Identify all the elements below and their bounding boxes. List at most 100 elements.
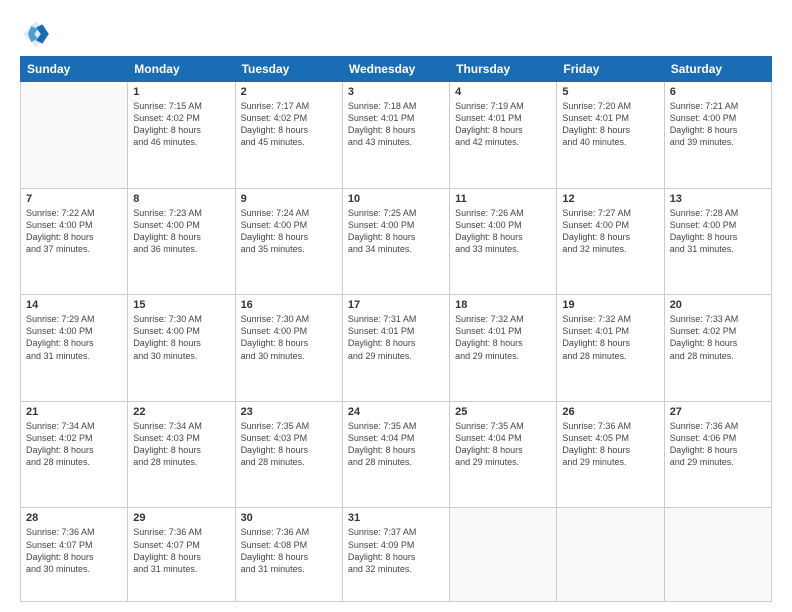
day-info: Sunrise: 7:35 AM Sunset: 4:04 PM Dayligh… — [348, 420, 444, 469]
calendar-cell: 30 Sunrise: 7:36 AM Sunset: 4:08 PM Dayli… — [235, 508, 342, 602]
day-info: Sunrise: 7:37 AM Sunset: 4:09 PM Dayligh… — [348, 526, 444, 575]
calendar-cell: 1 Sunrise: 7:15 AM Sunset: 4:02 PM Daylig… — [128, 82, 235, 189]
weekday-header-wednesday: Wednesday — [342, 57, 449, 82]
page: SundayMondayTuesdayWednesdayThursdayFrid… — [0, 0, 792, 612]
day-number: 9 — [241, 193, 337, 205]
day-info: Sunrise: 7:33 AM Sunset: 4:02 PM Dayligh… — [670, 313, 766, 362]
day-info: Sunrise: 7:20 AM Sunset: 4:01 PM Dayligh… — [562, 100, 658, 149]
day-number: 24 — [348, 406, 444, 418]
calendar-cell: 7 Sunrise: 7:22 AM Sunset: 4:00 PM Daylig… — [21, 188, 128, 295]
day-info: Sunrise: 7:35 AM Sunset: 4:03 PM Dayligh… — [241, 420, 337, 469]
day-number: 22 — [133, 406, 229, 418]
day-info: Sunrise: 7:15 AM Sunset: 4:02 PM Dayligh… — [133, 100, 229, 149]
day-number: 4 — [455, 86, 551, 98]
calendar-cell: 9 Sunrise: 7:24 AM Sunset: 4:00 PM Daylig… — [235, 188, 342, 295]
day-number: 15 — [133, 299, 229, 311]
calendar-cell: 25 Sunrise: 7:35 AM Sunset: 4:04 PM Dayli… — [450, 401, 557, 508]
day-number: 7 — [26, 193, 122, 205]
calendar-cell: 23 Sunrise: 7:35 AM Sunset: 4:03 PM Dayli… — [235, 401, 342, 508]
calendar-cell: 15 Sunrise: 7:30 AM Sunset: 4:00 PM Dayli… — [128, 295, 235, 402]
day-number: 16 — [241, 299, 337, 311]
day-info: Sunrise: 7:21 AM Sunset: 4:00 PM Dayligh… — [670, 100, 766, 149]
weekday-header-monday: Monday — [128, 57, 235, 82]
calendar-cell: 10 Sunrise: 7:25 AM Sunset: 4:00 PM Dayli… — [342, 188, 449, 295]
day-number: 18 — [455, 299, 551, 311]
day-number: 25 — [455, 406, 551, 418]
day-info: Sunrise: 7:23 AM Sunset: 4:00 PM Dayligh… — [133, 207, 229, 256]
day-number: 6 — [670, 86, 766, 98]
calendar-cell: 8 Sunrise: 7:23 AM Sunset: 4:00 PM Daylig… — [128, 188, 235, 295]
calendar-cell: 17 Sunrise: 7:31 AM Sunset: 4:01 PM Dayli… — [342, 295, 449, 402]
day-number: 23 — [241, 406, 337, 418]
day-number: 10 — [348, 193, 444, 205]
day-number: 2 — [241, 86, 337, 98]
day-number: 12 — [562, 193, 658, 205]
weekday-header-sunday: Sunday — [21, 57, 128, 82]
calendar-cell: 29Sunrise: 7:36 AM Sunset: 4:07 PM Dayli… — [128, 508, 235, 602]
header — [20, 18, 772, 50]
day-info: Sunrise: 7:36 AM Sunset: 4:07 PM Dayligh… — [26, 526, 122, 575]
day-number: 19 — [562, 299, 658, 311]
calendar-cell: 12 Sunrise: 7:27 AM Sunset: 4:00 PM Dayli… — [557, 188, 664, 295]
day-number: 13 — [670, 193, 766, 205]
day-info: Sunrise: 7:34 AM Sunset: 4:02 PM Dayligh… — [26, 420, 122, 469]
day-number: 31 — [348, 512, 444, 524]
day-info: Sunrise: 7:36 AM Sunset: 4:05 PM Dayligh… — [562, 420, 658, 469]
calendar-cell: 22 Sunrise: 7:34 AM Sunset: 4:03 PM Dayli… — [128, 401, 235, 508]
day-number: 20 — [670, 299, 766, 311]
calendar-cell: 21 Sunrise: 7:34 AM Sunset: 4:02 PM Dayli… — [21, 401, 128, 508]
calendar-cell: 27 Sunrise: 7:36 AM Sunset: 4:06 PM Dayli… — [664, 401, 771, 508]
calendar-cell: 5Sunrise: 7:20 AM Sunset: 4:01 PM Daylig… — [557, 82, 664, 189]
day-info: Sunrise: 7:31 AM Sunset: 4:01 PM Dayligh… — [348, 313, 444, 362]
day-info: Sunrise: 7:26 AM Sunset: 4:00 PM Dayligh… — [455, 207, 551, 256]
day-number: 8 — [133, 193, 229, 205]
weekday-header-friday: Friday — [557, 57, 664, 82]
day-number: 11 — [455, 193, 551, 205]
day-number: 28 — [26, 512, 122, 524]
day-number: 17 — [348, 299, 444, 311]
day-info: Sunrise: 7:32 AM Sunset: 4:01 PM Dayligh… — [455, 313, 551, 362]
day-info: Sunrise: 7:24 AM Sunset: 4:00 PM Dayligh… — [241, 207, 337, 256]
day-info: Sunrise: 7:19 AM Sunset: 4:01 PM Dayligh… — [455, 100, 551, 149]
day-info: Sunrise: 7:30 AM Sunset: 4:00 PM Dayligh… — [241, 313, 337, 362]
calendar-cell: 19 Sunrise: 7:32 AM Sunset: 4:01 PM Dayli… — [557, 295, 664, 402]
week-row-3: 14Sunrise: 7:29 AM Sunset: 4:00 PM Dayli… — [21, 295, 772, 402]
weekday-header-tuesday: Tuesday — [235, 57, 342, 82]
day-info: Sunrise: 7:32 AM Sunset: 4:01 PM Dayligh… — [562, 313, 658, 362]
day-number: 1 — [133, 86, 229, 98]
day-number: 21 — [26, 406, 122, 418]
day-info: Sunrise: 7:18 AM Sunset: 4:01 PM Dayligh… — [348, 100, 444, 149]
calendar-cell: 4 Sunrise: 7:19 AM Sunset: 4:01 PM Daylig… — [450, 82, 557, 189]
calendar-cell: 6 Sunrise: 7:21 AM Sunset: 4:00 PM Daylig… — [664, 82, 771, 189]
day-info: Sunrise: 7:30 AM Sunset: 4:00 PM Dayligh… — [133, 313, 229, 362]
calendar-cell: 31 Sunrise: 7:37 AM Sunset: 4:09 PM Dayli… — [342, 508, 449, 602]
day-info: Sunrise: 7:34 AM Sunset: 4:03 PM Dayligh… — [133, 420, 229, 469]
week-row-4: 21 Sunrise: 7:34 AM Sunset: 4:02 PM Dayli… — [21, 401, 772, 508]
calendar-cell: 26 Sunrise: 7:36 AM Sunset: 4:05 PM Dayli… — [557, 401, 664, 508]
logo-icon — [20, 18, 52, 50]
calendar-cell — [450, 508, 557, 602]
day-info: Sunrise: 7:22 AM Sunset: 4:00 PM Dayligh… — [26, 207, 122, 256]
day-info: Sunrise: 7:36 AM Sunset: 4:07 PM Dayligh… — [133, 526, 229, 575]
calendar-cell: 28 Sunrise: 7:36 AM Sunset: 4:07 PM Dayli… — [21, 508, 128, 602]
week-row-2: 7 Sunrise: 7:22 AM Sunset: 4:00 PM Daylig… — [21, 188, 772, 295]
calendar-table: SundayMondayTuesdayWednesdayThursdayFrid… — [20, 56, 772, 602]
day-number: 26 — [562, 406, 658, 418]
day-info: Sunrise: 7:36 AM Sunset: 4:06 PM Dayligh… — [670, 420, 766, 469]
day-info: Sunrise: 7:27 AM Sunset: 4:00 PM Dayligh… — [562, 207, 658, 256]
day-info: Sunrise: 7:36 AM Sunset: 4:08 PM Dayligh… — [241, 526, 337, 575]
day-number: 30 — [241, 512, 337, 524]
calendar-cell: 16 Sunrise: 7:30 AM Sunset: 4:00 PM Dayli… — [235, 295, 342, 402]
weekday-header-row: SundayMondayTuesdayWednesdayThursdayFrid… — [21, 57, 772, 82]
calendar-cell: 13Sunrise: 7:28 AM Sunset: 4:00 PM Dayli… — [664, 188, 771, 295]
day-info: Sunrise: 7:35 AM Sunset: 4:04 PM Dayligh… — [455, 420, 551, 469]
weekday-header-thursday: Thursday — [450, 57, 557, 82]
day-info: Sunrise: 7:25 AM Sunset: 4:00 PM Dayligh… — [348, 207, 444, 256]
calendar-cell: 14Sunrise: 7:29 AM Sunset: 4:00 PM Dayli… — [21, 295, 128, 402]
day-number: 27 — [670, 406, 766, 418]
day-info: Sunrise: 7:29 AM Sunset: 4:00 PM Dayligh… — [26, 313, 122, 362]
calendar-cell: 18 Sunrise: 7:32 AM Sunset: 4:01 PM Dayli… — [450, 295, 557, 402]
logo — [20, 18, 56, 50]
calendar-cell: 20 Sunrise: 7:33 AM Sunset: 4:02 PM Dayli… — [664, 295, 771, 402]
day-number: 3 — [348, 86, 444, 98]
